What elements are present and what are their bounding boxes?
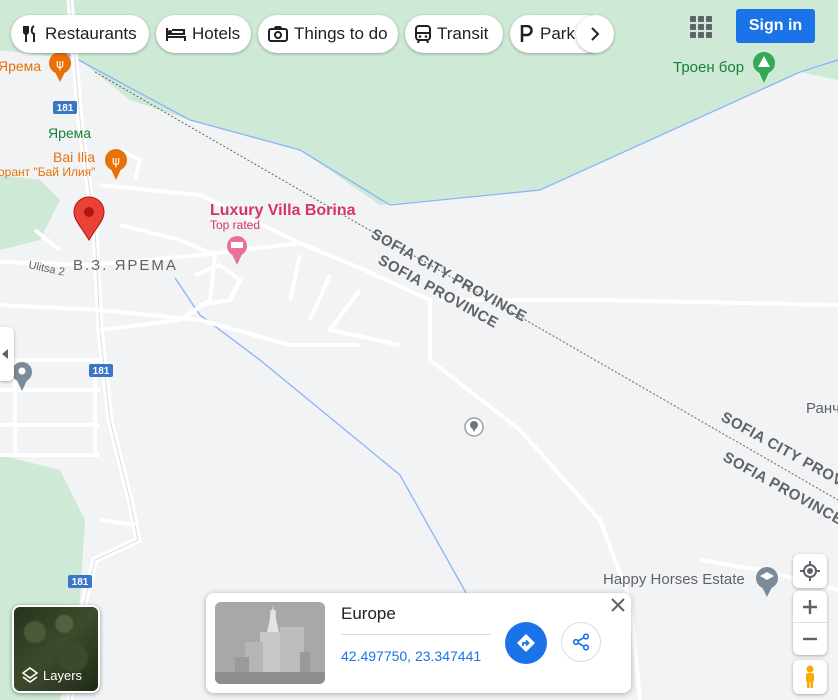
chip-label-hotels: Hotels [192, 24, 241, 43]
svg-text:ψ: ψ [56, 57, 64, 71]
yarema-label[interactable]: Ярема [48, 125, 91, 141]
ranch-label[interactable]: Ранч [806, 400, 838, 417]
minus-icon [803, 637, 817, 641]
restaurant-icon [23, 25, 35, 42]
chip-label-parking: Park [540, 24, 575, 43]
svg-text:181: 181 [93, 366, 110, 377]
chip-label-things-to-do: Things to do [294, 24, 388, 43]
pegman-icon [806, 665, 814, 688]
zoom-out-button[interactable] [793, 623, 827, 655]
happy-horses-label[interactable]: Happy Horses Estate [603, 571, 745, 588]
layers-label: Layers [43, 667, 83, 683]
sign-in-button[interactable]: Sign in [736, 9, 815, 43]
category-chip-hotels[interactable]: Hotels [156, 15, 251, 53]
close-icon [611, 598, 625, 612]
vz-yarema-label: В.З. ЯРЕМА [73, 257, 178, 274]
share-button[interactable] [561, 622, 601, 662]
route-shield-181-top: 181 [53, 101, 77, 114]
yarema-top-label[interactable]: Ярема [0, 58, 41, 74]
side-panel-toggle[interactable] [0, 327, 14, 381]
category-chip-restaurants[interactable]: Restaurants [11, 15, 149, 53]
chips-next-button[interactable] [576, 15, 614, 53]
close-card-button[interactable] [611, 598, 627, 614]
place-thumbnail[interactable] [215, 602, 325, 684]
title-divider [341, 634, 491, 635]
svg-text:181: 181 [57, 103, 74, 114]
place-marker-grey-center[interactable] [464, 417, 484, 437]
my-location-button[interactable] [793, 554, 827, 588]
zoom-controls [793, 591, 827, 655]
villa-label[interactable]: Luxury Villa Borina [210, 202, 356, 219]
hotel-icon [166, 28, 186, 41]
plus-icon [803, 599, 817, 614]
route-shield-181-mid: 181 [89, 364, 113, 377]
place-title: Europe [341, 604, 396, 623]
place-coordinates[interactable]: 42.497750, 23.347441 [341, 648, 481, 664]
parking-icon [520, 25, 533, 42]
svg-text:ψ: ψ [112, 154, 120, 168]
chip-label-transit: Transit [437, 24, 489, 43]
apps-grid-icon[interactable] [690, 16, 712, 38]
chip-label-restaurants: Restaurants [45, 24, 137, 43]
route-shield-181-bottom: 181 [68, 575, 92, 588]
street-view-pegman[interactable] [793, 660, 827, 694]
troen-bor-label[interactable]: Троен бор [673, 59, 744, 76]
category-chip-transit[interactable]: Transit [405, 15, 503, 53]
directions-icon [517, 634, 535, 652]
svg-text:181: 181 [72, 577, 89, 588]
restaurant-bai-label[interactable]: орант "Бай Илия" [0, 165, 95, 179]
category-chip-things-to-do[interactable]: Things to do [258, 15, 398, 53]
transit-icon [415, 25, 431, 43]
share-icon [572, 633, 590, 651]
bai-ilia-label[interactable]: Bai Ilia [53, 149, 95, 165]
zoom-in-button[interactable] [793, 591, 827, 623]
chevron-right-icon [591, 27, 600, 41]
place-card[interactable]: Europe 42.497750, 23.347441 [206, 593, 631, 693]
villa-sub-label: Top rated [210, 218, 260, 232]
my-location-icon [800, 561, 820, 581]
layers-button[interactable]: Layers [12, 605, 100, 693]
layers-icon [22, 667, 38, 683]
directions-button[interactable] [505, 622, 547, 664]
camera-icon [268, 26, 288, 42]
